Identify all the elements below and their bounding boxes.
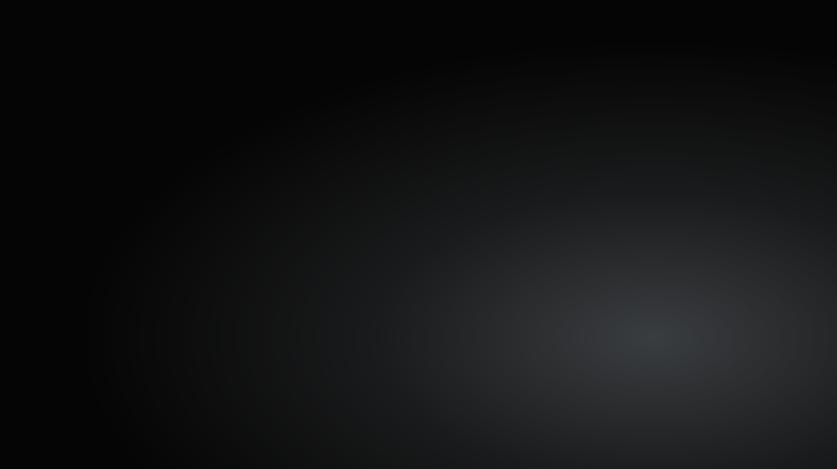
- scene: [0, 0, 837, 469]
- background-glow: [0, 0, 837, 469]
